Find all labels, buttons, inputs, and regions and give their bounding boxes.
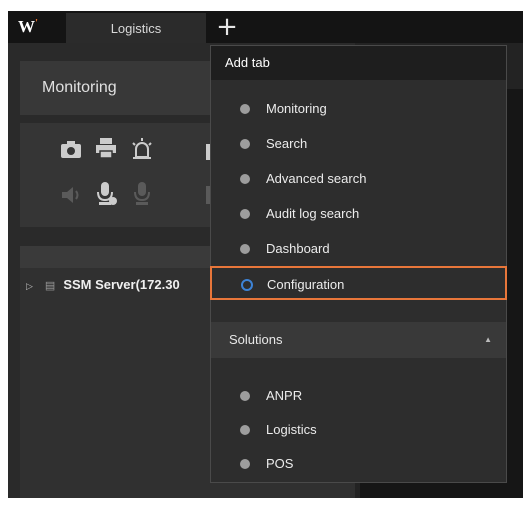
- alarm-icon[interactable]: [130, 137, 154, 167]
- menu-item-pos[interactable]: POS: [211, 447, 506, 481]
- expand-arrow-icon[interactable]: ▷: [26, 281, 33, 291]
- device-search-input[interactable]: [20, 246, 220, 268]
- bullet-icon: [240, 139, 250, 149]
- app-window: W' Logistics + Monitoring ▷ ▤ SSM Server…: [8, 11, 523, 498]
- menu-item-label: Audit log search: [266, 206, 360, 221]
- mic-settings-icon[interactable]: [96, 181, 118, 213]
- add-tab-menu: Add tab Monitoring Search Advanced searc…: [210, 45, 507, 483]
- menu-item-label: Advanced search: [266, 171, 367, 186]
- tab-logistics[interactable]: Logistics: [66, 13, 206, 43]
- menu-item-audit-log-search[interactable]: Audit log search: [211, 197, 506, 231]
- collapse-caret-icon[interactable]: ▲: [484, 322, 492, 358]
- bullet-icon: [240, 425, 250, 435]
- menu-item-label: Configuration: [267, 277, 345, 292]
- menu-item-label: Monitoring: [266, 101, 327, 116]
- solutions-title: Solutions: [229, 332, 283, 347]
- add-tab-menu-title: Add tab: [211, 46, 506, 80]
- tab-label: Logistics: [110, 20, 162, 36]
- menu-item-dashboard[interactable]: Dashboard: [211, 232, 506, 266]
- menu-item-label: POS: [266, 456, 294, 471]
- speaker-icon[interactable]: [60, 185, 84, 211]
- menu-item-label: Dashboard: [266, 241, 330, 256]
- bullet-icon: [240, 244, 250, 254]
- top-bar: W' Logistics +: [8, 11, 523, 43]
- app-logo: W': [18, 17, 38, 36]
- camera-icon[interactable]: [60, 139, 82, 165]
- bullet-icon: [240, 104, 250, 114]
- solutions-section-header[interactable]: Solutions ▲: [211, 322, 506, 358]
- menu-item-search[interactable]: Search: [211, 127, 506, 161]
- print-icon[interactable]: [95, 137, 117, 165]
- bullet-icon: [240, 209, 250, 219]
- mic-icon[interactable]: [132, 181, 152, 213]
- monitoring-section-title: Monitoring: [20, 61, 220, 115]
- menu-item-logistics[interactable]: Logistics: [211, 413, 506, 447]
- menu-item-advanced-search[interactable]: Advanced search: [211, 162, 506, 196]
- menu-item-label: Logistics: [266, 422, 317, 437]
- bullet-icon: [240, 391, 250, 401]
- add-tab-button[interactable]: +: [210, 13, 244, 41]
- bullet-icon: [240, 174, 250, 184]
- tree-item-ssm-server[interactable]: ▷ ▤ SSM Server(172.30: [26, 277, 226, 297]
- menu-item-anpr[interactable]: ANPR: [211, 379, 506, 413]
- tree-item-label: SSM Server(172.30: [63, 277, 180, 292]
- menu-item-monitoring[interactable]: Monitoring: [211, 92, 506, 126]
- server-icon: ▤: [44, 280, 56, 292]
- radio-selected-icon: [241, 279, 253, 291]
- toolbar-panel: [20, 123, 220, 227]
- menu-item-label: Search: [266, 136, 308, 151]
- menu-item-label: ANPR: [266, 388, 303, 403]
- menu-item-configuration[interactable]: Configuration: [210, 266, 507, 300]
- bullet-icon: [240, 459, 250, 469]
